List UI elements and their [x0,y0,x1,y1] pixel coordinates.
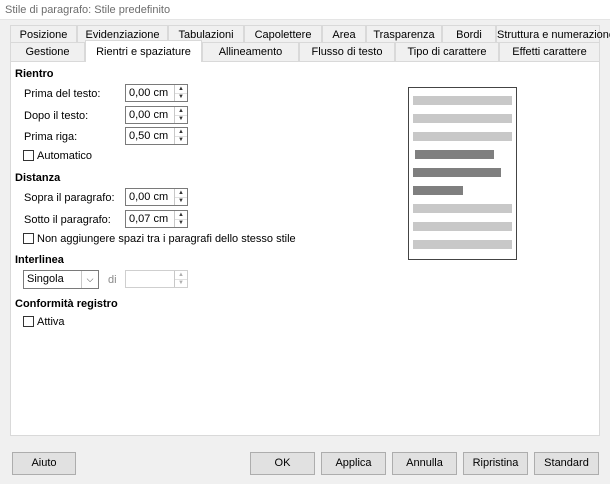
tab-tipo-carattere[interactable]: Tipo di carattere [395,42,499,61]
first-line-value: 0,50 cm [129,130,169,142]
below-paragraph-value: 0,07 cm [129,213,169,225]
below-paragraph-label: Sotto il paragrafo: [24,214,111,226]
chevron-down-icon[interactable]: ⌵ [81,271,98,288]
line-spacing-value: Singola [27,273,64,285]
no-space-checkbox[interactable] [23,233,34,244]
tab-flusso-testo[interactable]: Flusso di testo [299,42,395,61]
spin-down-icon[interactable]: ▼ [175,93,187,101]
before-text-value: 0,00 cm [129,87,169,99]
before-text-label: Prima del testo: [24,88,101,100]
register-active-checkbox[interactable] [23,316,34,327]
paragraph-preview [408,87,517,260]
preview-line [413,204,512,213]
automatic-checkbox[interactable] [23,150,34,161]
above-paragraph-spinner[interactable]: 0,00 cm ▲ ▼ [125,188,188,206]
first-line-spinner[interactable]: 0,50 cm ▲ ▼ [125,127,188,145]
automatic-label: Automatico [37,150,93,162]
first-line-label: Prima riga: [24,131,78,143]
above-paragraph-label: Sopra il paragrafo: [24,192,115,204]
tab-rientri-spaziature[interactable]: Rientri e spaziature [85,40,202,62]
line-spacing-dropdown[interactable]: Singola ⌵ [23,270,99,289]
after-text-spinner[interactable]: 0,00 cm ▲ ▼ [125,106,188,124]
after-text-value: 0,00 cm [129,109,169,121]
spin-down-icon[interactable]: ▼ [175,279,187,287]
preview-line [413,96,512,105]
of-label: di [108,274,117,286]
below-paragraph-spinner[interactable]: 0,07 cm ▲ ▼ [125,210,188,228]
standard-button[interactable]: Standard [534,452,599,475]
tab-gestione[interactable]: Gestione [10,42,85,61]
tab-allineamento[interactable]: Allineamento [202,42,299,61]
distanza-heading: Distanza [15,172,61,184]
no-space-label: Non aggiungere spazi tra i paragrafi del… [37,233,296,245]
interlinea-heading: Interlinea [15,254,64,266]
preview-line [413,132,512,141]
tab-row-2: Gestione Rientri e spaziature Allineamen… [10,40,600,62]
register-active-label: Attiva [37,316,65,328]
tab-effetti-carattere[interactable]: Effetti carattere [499,42,600,61]
rientro-heading: Rientro [15,68,54,80]
reset-button[interactable]: Ripristina [463,452,528,475]
preview-line [413,114,512,123]
line-spacing-value-spinner[interactable]: ▲ ▼ [125,270,188,288]
preview-line-current [413,186,463,195]
before-text-spinner[interactable]: 0,00 cm ▲ ▼ [125,84,188,102]
spin-down-icon[interactable]: ▼ [175,115,187,123]
cancel-button[interactable]: Annulla [392,452,457,475]
preview-line [413,240,512,249]
preview-line-current [415,150,494,159]
conformita-heading: Conformità registro [15,298,118,310]
preview-line [413,222,512,231]
help-button[interactable]: Aiuto [12,452,76,475]
ok-button[interactable]: OK [250,452,315,475]
spin-down-icon[interactable]: ▼ [175,136,187,144]
spin-down-icon[interactable]: ▼ [175,197,187,205]
tab-panel: Rientro Prima del testo: 0,00 cm ▲ ▼ Dopo… [10,61,600,436]
apply-button[interactable]: Applica [321,452,386,475]
preview-line-current [413,168,501,177]
window-title: Stile di paragrafo: Stile predefinito [0,0,610,20]
above-paragraph-value: 0,00 cm [129,191,169,203]
spin-down-icon[interactable]: ▼ [175,219,187,227]
after-text-label: Dopo il testo: [24,110,89,122]
